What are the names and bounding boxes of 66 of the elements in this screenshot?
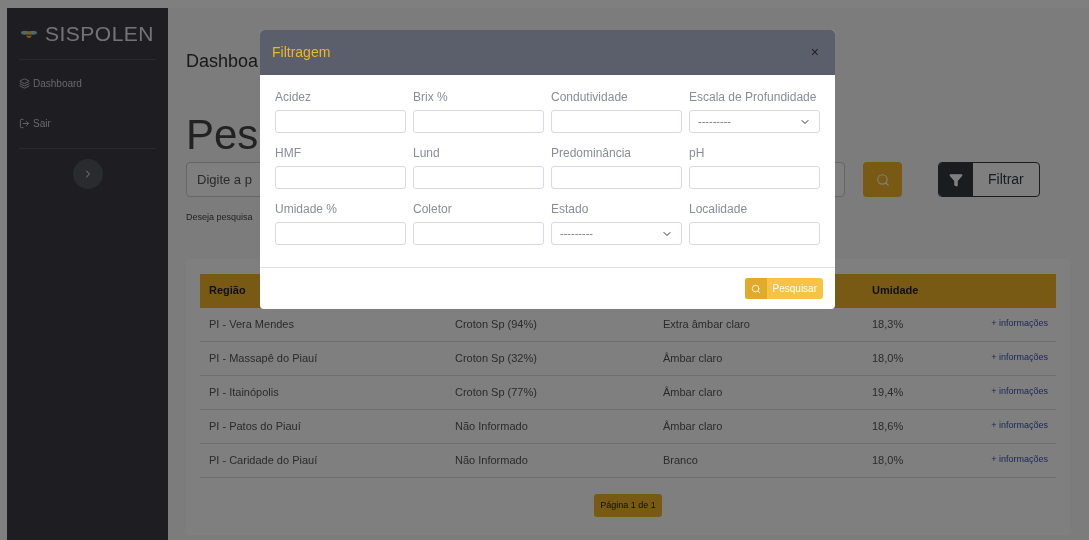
filter-button[interactable]: Filtrar	[938, 162, 1040, 197]
input-field[interactable]	[689, 222, 820, 245]
table-cell-text: PI - Caridade do Piauí	[208, 452, 319, 468]
field-label: pH	[689, 145, 705, 161]
filter-icon	[949, 172, 963, 187]
field-label: Escala de Profundidade	[689, 89, 817, 105]
info-link[interactable]: + informações	[991, 419, 1056, 433]
brand-name: SISPOLEN	[44, 20, 154, 47]
sidebar-link[interactable]: Sair	[19, 112, 156, 134]
table-cell-text: Croton Sp (77%)	[454, 384, 538, 400]
input-field[interactable]	[275, 166, 406, 189]
page-title: Pes	[186, 110, 259, 160]
table-cell-text: Extra âmbar claro	[662, 316, 751, 332]
table-cell-text: Branco	[662, 452, 699, 468]
input-field[interactable]	[551, 110, 682, 133]
search-button[interactable]	[863, 162, 902, 197]
input-field[interactable]	[413, 222, 544, 245]
expand-button[interactable]	[72, 159, 103, 189]
info-link[interactable]: + informações	[991, 385, 1056, 399]
input-field[interactable]	[689, 166, 820, 189]
info-link[interactable]: + informações	[991, 453, 1056, 467]
pagination-label: Página 1 de 1	[594, 493, 662, 517]
table-cell-text: 18,6%	[871, 418, 905, 434]
info-link[interactable]: + informações	[991, 317, 1056, 331]
table-cell-text: Âmbar claro	[662, 418, 724, 434]
field-label: Umidade %	[275, 201, 338, 217]
sidebar-link[interactable]: Dashboard	[19, 72, 156, 94]
input-field[interactable]	[413, 110, 544, 133]
field-label: Condutividade	[551, 89, 628, 105]
table-cell-text: Não Informado	[454, 418, 529, 434]
table-cell-text: PI - Patos do Piauí	[208, 418, 302, 434]
input-field[interactable]	[551, 166, 682, 189]
layers-icon	[19, 77, 30, 89]
table-cell-text: 18,0%	[871, 452, 905, 468]
field-label: Lund	[413, 145, 440, 161]
table-cell-text: 18,3%	[871, 316, 905, 332]
field-label: Brix %	[413, 89, 448, 105]
field-label: Acidez	[275, 89, 312, 105]
field-label: Localidade	[689, 201, 748, 217]
hint-text: Deseja pesquisa	[186, 211, 253, 224]
input-field[interactable]	[413, 166, 544, 189]
table-cell-text: PI - Massapê do Piauí	[208, 350, 319, 366]
breadcrumb: Dashboa	[186, 50, 259, 72]
field-label: Estado	[551, 201, 589, 217]
dialog-title: Filtragem	[272, 43, 331, 62]
table-cell-text: PI - Itainópolis	[208, 384, 280, 400]
select-field[interactable]: ---------	[689, 110, 820, 133]
field-label: HMF	[275, 145, 301, 161]
table-cell-text: Âmbar claro	[662, 384, 724, 400]
table-cell-text: 19,4%	[871, 384, 905, 400]
search-icon	[875, 172, 890, 187]
table-cell-text: PI - Vera Mendes	[208, 316, 295, 332]
table-cell-text: 18,0%	[871, 350, 905, 366]
search-icon	[750, 283, 761, 294]
table-cell-text: Croton Sp (32%)	[454, 350, 538, 366]
field-label: Coletor	[413, 201, 452, 217]
exit-icon	[19, 117, 30, 129]
input-field[interactable]	[275, 110, 406, 133]
table-cell-text: Não Informado	[454, 452, 529, 468]
close-button[interactable]: ×	[806, 42, 823, 63]
table-cell-text: Âmbar claro	[662, 350, 724, 366]
select-field[interactable]: ---------	[551, 222, 682, 245]
field-label: Predominância	[551, 145, 632, 161]
table-cell-text: Croton Sp (94%)	[454, 316, 538, 332]
input-field[interactable]	[275, 222, 406, 245]
info-link[interactable]: + informações	[991, 351, 1056, 365]
